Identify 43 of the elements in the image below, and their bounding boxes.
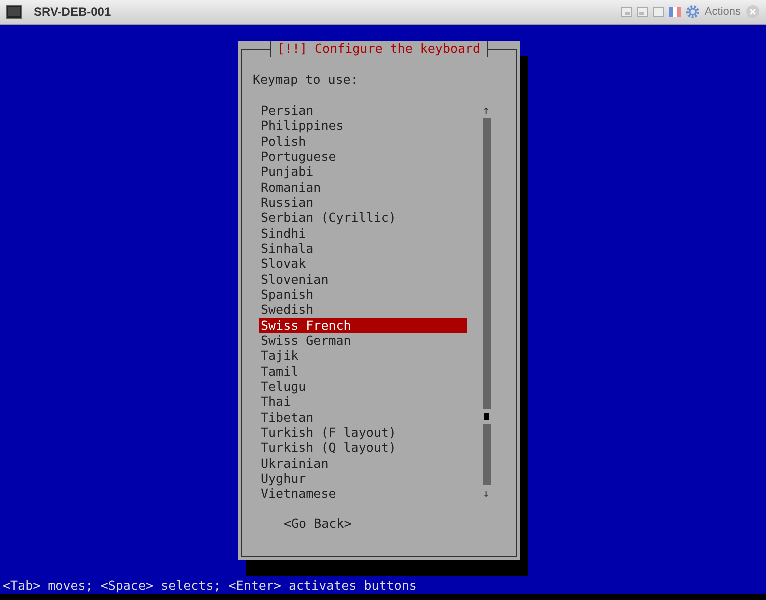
scroll-up-arrow[interactable]: ↑ — [483, 103, 490, 118]
close-icon[interactable] — [746, 5, 760, 19]
window-icon[interactable] — [636, 7, 648, 17]
keymap-item[interactable]: Persian — [259, 103, 467, 118]
status-text: <Tab> moves; <Space> selects; <Enter> activates buttons — [3, 578, 417, 594]
keymap-item[interactable]: Swedish — [259, 302, 467, 318]
keymap-item[interactable]: Philippines — [259, 118, 467, 134]
keymap-item[interactable]: Ukrainian — [259, 456, 467, 471]
keymap-item[interactable]: Russian — [259, 194, 467, 210]
window-icon[interactable] — [652, 7, 664, 17]
keymap-item[interactable]: Tibetan — [259, 410, 467, 425]
prompt-text: Keymap to use: — [253, 72, 358, 88]
dialog-title: [!!] Configure the keyboard — [270, 41, 488, 57]
keymap-item[interactable]: Uyghur — [259, 470, 467, 486]
terminal-icon — [6, 5, 22, 19]
scrollbar-thumb[interactable] — [484, 413, 489, 420]
keymap-item[interactable]: Serbian (Cyrillic) — [259, 210, 467, 226]
keymap-item[interactable]: Punjabi — [259, 164, 467, 180]
keymap-item[interactable]: Slovak — [259, 256, 467, 272]
keymap-item[interactable]: Thai — [259, 394, 467, 410]
keymap-item[interactable]: Portuguese — [259, 148, 467, 164]
keymap-item[interactable]: Turkish (Q layout) — [259, 440, 467, 456]
keymap-item[interactable]: Spanish — [259, 286, 467, 302]
scrollbar-track[interactable] — [483, 118, 491, 409]
keymap-item[interactable]: Swiss German — [259, 332, 467, 348]
flag-icon[interactable] — [668, 7, 681, 17]
keymap-item[interactable]: Telugu — [259, 378, 467, 394]
keymap-item[interactable]: Sindhi — [259, 226, 467, 241]
scroll-down-arrow[interactable]: ↓ — [483, 486, 490, 502]
window-icon[interactable] — [620, 7, 632, 17]
keymap-item[interactable]: Slovenian — [259, 272, 467, 287]
keymap-item[interactable]: Tajik — [259, 348, 467, 364]
window-title: SRV-DEB-001 — [34, 4, 112, 21]
keymap-item[interactable]: Sinhala — [259, 240, 467, 256]
go-back-button[interactable]: <Go Back> — [284, 516, 352, 532]
keymap-item[interactable]: Tamil — [259, 364, 467, 379]
keymap-item[interactable]: Vietnamese — [259, 486, 467, 502]
keymap-item[interactable]: Polish — [259, 134, 467, 149]
keymap-item[interactable]: Turkish (F layout) — [259, 424, 467, 440]
settings-icon[interactable] — [686, 5, 700, 19]
scrollbar-track[interactable] — [483, 424, 491, 485]
keymap-item[interactable]: Swiss French — [259, 318, 467, 333]
keymap-item[interactable]: Romanian — [259, 180, 467, 195]
